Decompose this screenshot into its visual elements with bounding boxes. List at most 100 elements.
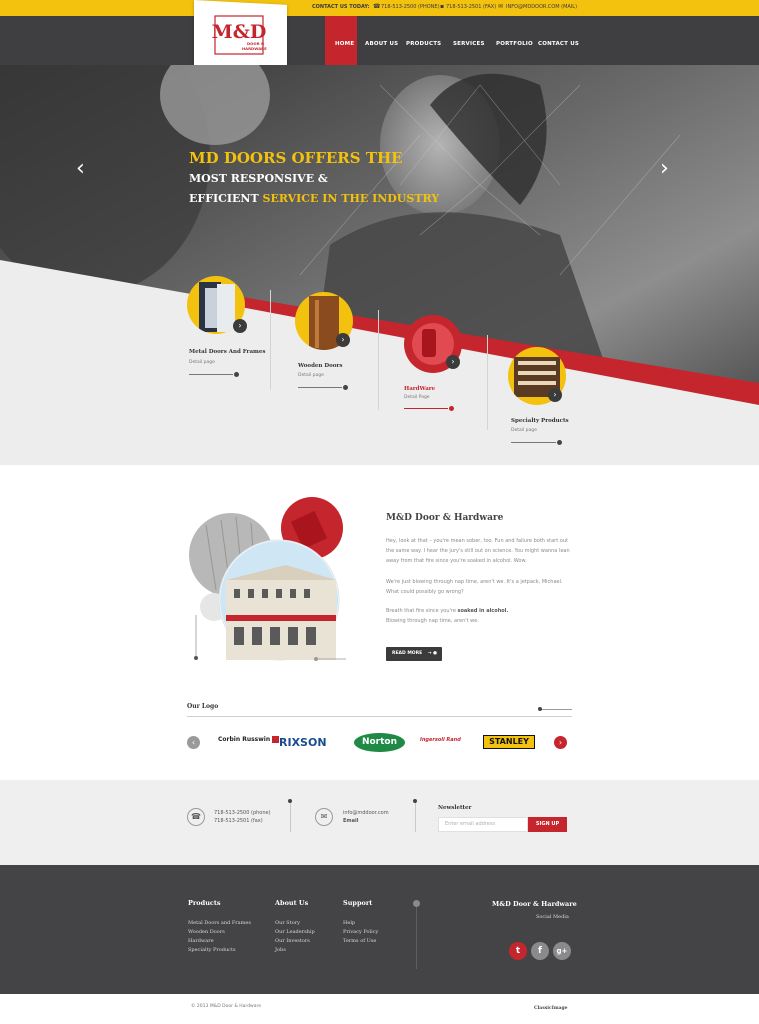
hero-heading-line3: EFFICIENT SERVICE IN THE INDUSTRY [189, 192, 440, 205]
nav-home[interactable]: HOME [335, 41, 354, 47]
svg-text:HARDWARE: HARDWARE [242, 46, 267, 51]
sign-up-button[interactable]: SIGN UP [528, 817, 567, 832]
brand-logo-norton[interactable]: Norton [354, 733, 405, 752]
nav-about-us[interactable]: ABOUT US [365, 41, 398, 47]
footer-link[interactable]: Jobs [275, 947, 286, 953]
contact-email[interactable]: info@mddoor.com Email [343, 809, 389, 825]
product-dot [557, 440, 562, 445]
footer-link[interactable]: Metal Doors and Frames [188, 920, 251, 926]
nav-services[interactable]: SERVICES [453, 41, 485, 47]
mail-icon: ✉ [498, 3, 504, 10]
slider-line [542, 709, 572, 710]
chevron-right-icon[interactable]: › [336, 333, 350, 347]
product-title[interactable]: Wooden Doors [298, 363, 342, 369]
product-underline [404, 408, 448, 409]
footer-link[interactable]: Help [343, 920, 355, 926]
chevron-left-icon[interactable]: ‹ [76, 158, 85, 180]
footer-link[interactable]: Privacy Policy [343, 929, 378, 935]
product-dot [234, 372, 239, 377]
about-paragraph: Hey, look at that – you're mean sober, t… [386, 538, 570, 564]
product-detail-link[interactable]: Detail page [189, 360, 215, 365]
chevron-right-icon[interactable]: › [233, 319, 247, 333]
chevron-right-icon[interactable]: › [548, 388, 562, 402]
hero-slider: ‹ › MD DOORS OFFERS THE MOST RESPONSIVE … [0, 65, 759, 465]
our-logo-title: Our Logo [187, 703, 219, 710]
bottom-bar: © 2013 M&D Door & Hardware ClassicImage [0, 994, 759, 1024]
product-detail-link[interactable]: Detail Page [404, 395, 430, 400]
chevron-right-icon[interactable]: › [660, 158, 669, 180]
product-divider [487, 335, 488, 430]
footer-link[interactable]: Hardware [188, 938, 214, 944]
arrow-right-icon: → ● [427, 651, 437, 656]
facebook-icon[interactable]: f [531, 942, 549, 960]
about-paragraph: Breath that fire since you're soaked in … [386, 608, 509, 624]
divider [187, 716, 572, 717]
google-plus-icon[interactable]: g+ [553, 942, 571, 960]
product-dot [449, 406, 454, 411]
footer-support-heading: Support [343, 899, 373, 907]
social-media-label: Social Media [536, 914, 569, 920]
phone-icon: ☎ [373, 3, 381, 10]
about-title: M&D Door & Hardware [386, 513, 504, 523]
product-title[interactable]: Metal Doors And Frames [189, 349, 265, 355]
brand-logo-stanley[interactable]: STANLEY [483, 735, 535, 749]
twitter-icon[interactable]: t [509, 942, 527, 960]
logo-text: M&D [212, 21, 266, 43]
product-underline [511, 442, 556, 443]
product-divider [270, 290, 271, 390]
footer-about-heading: About Us [275, 899, 309, 907]
footer-link[interactable]: Our Leadership [275, 929, 315, 935]
copyright: © 2013 M&D Door & Hardware [191, 1004, 262, 1009]
divider-dot [413, 900, 420, 907]
nav-portfolio[interactable]: PORTFOLIO [496, 41, 533, 47]
footer-link[interactable]: Terms of Use [343, 938, 376, 944]
top-contact-bar: CONTACT US TODAY: ☎ 718-513-2500 (PHONE)… [0, 0, 759, 16]
footer-link[interactable]: Our Investors [275, 938, 310, 944]
logo[interactable]: M&D DOOR & HARDWARE [212, 14, 268, 58]
product-detail-link[interactable]: Detail page [511, 428, 537, 433]
newsletter-email-input[interactable]: Enter email address [438, 817, 528, 832]
read-more-button[interactable]: READ MORE → ● [386, 647, 442, 661]
footer-brand: M&D Door & Hardware [492, 900, 577, 908]
divider-dot [288, 799, 292, 803]
divider [290, 802, 291, 832]
chevron-left-icon[interactable]: ‹ [187, 736, 200, 749]
nav-products[interactable]: PRODUCTS [406, 41, 441, 47]
mail-icon: ✉ [315, 808, 333, 826]
product-title[interactable]: Specialty Products [511, 418, 569, 424]
about-paragraph: We're just blowing through nap time, are… [386, 579, 563, 595]
credit-logo[interactable]: ClassicImage [534, 1006, 568, 1011]
product-underline [189, 374, 233, 375]
brand-logo-rixson[interactable]: RIXSON [279, 736, 327, 749]
hero-heading-line2: MOST RESPONSIVE & [189, 172, 328, 185]
product-title[interactable]: HardWare [404, 386, 435, 392]
divider [416, 907, 417, 969]
product-underline [298, 387, 342, 388]
divider-dot [413, 799, 417, 803]
logo-mark-icon: M&D DOOR & HARDWARE [212, 15, 267, 55]
product-divider [378, 310, 379, 410]
footer: Products Metal Doors and Frames Wooden D… [0, 865, 759, 994]
chevron-right-icon[interactable]: › [446, 355, 460, 369]
brand-logo-corbin-russwin[interactable]: Corbin Russwin [218, 736, 280, 743]
contact-section: ☎ 718-513-2500 (phone) 718-513-2501 (fax)… [0, 780, 759, 865]
brand-logo-ingersoll-rand[interactable]: Ingersoll Rand [420, 737, 461, 743]
contact-label: CONTACT US TODAY: [312, 4, 370, 10]
chevron-right-icon[interactable]: › [554, 736, 567, 749]
topbar-email[interactable]: INFO@MDDOOR.COM (MAIL) [506, 4, 577, 10]
footer-link[interactable]: Specialty Products [188, 947, 236, 953]
product-dot [343, 385, 348, 390]
main-navigation: HOME ABOUT US PRODUCTS SERVICES PORTFOLI… [0, 16, 759, 65]
newsletter-title: Newsletter [438, 805, 472, 811]
topbar-phone[interactable]: 718-513-2500 (PHONE) [381, 4, 440, 10]
topbar-fax[interactable]: 718-513-2501 (FAX) [446, 4, 496, 10]
divider [415, 802, 416, 832]
hero-heading-line1: MD DOORS OFFERS THE [189, 149, 403, 167]
footer-products-heading: Products [188, 899, 221, 907]
footer-link[interactable]: Wooden Doors [188, 929, 225, 935]
hero-background-image [0, 65, 759, 465]
product-detail-link[interactable]: Detail page [298, 373, 324, 378]
footer-link[interactable]: Our Story [275, 920, 300, 926]
nav-contact-us[interactable]: CONTACT US [538, 41, 579, 47]
contact-phone[interactable]: 718-513-2500 (phone) 718-513-2501 (fax) [214, 809, 271, 825]
